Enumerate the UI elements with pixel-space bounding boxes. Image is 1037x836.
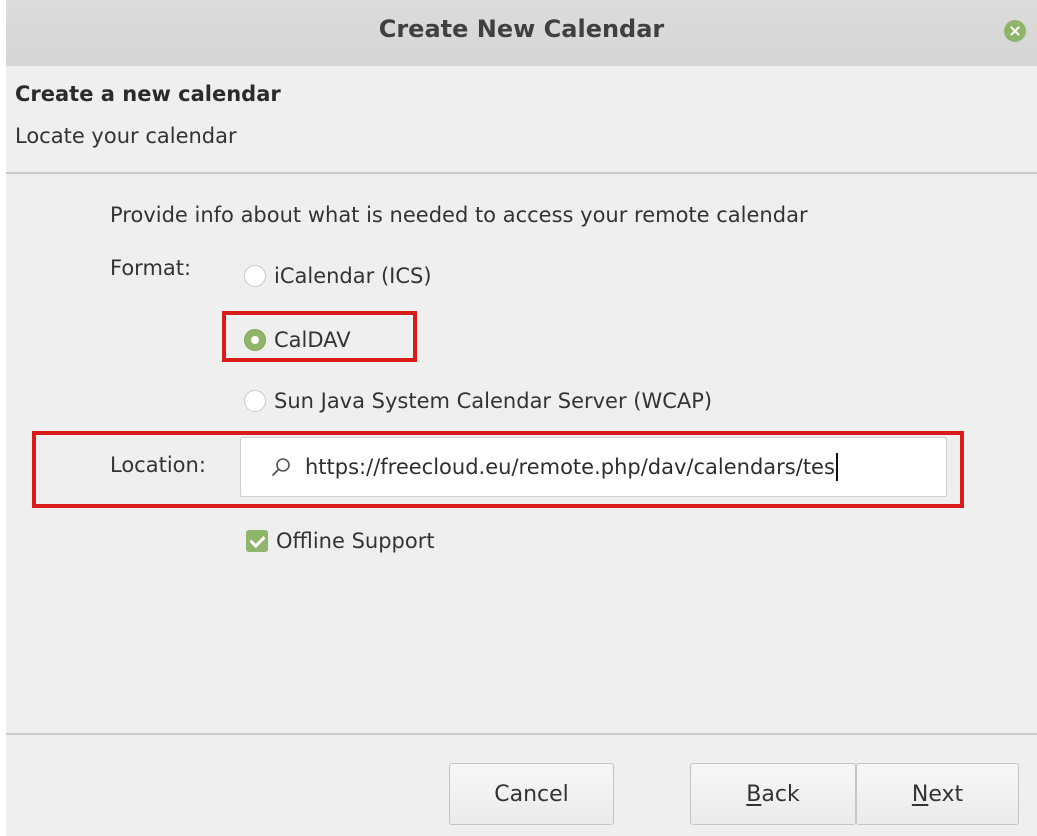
assistant-header: Create a new calendar Locate your calend… bbox=[6, 66, 1037, 172]
page-subtitle: Locate your calendar bbox=[15, 124, 237, 148]
cancel-button[interactable]: Cancel bbox=[449, 763, 614, 825]
back-button[interactable]: Back bbox=[690, 763, 856, 825]
radio-wcap-label: Sun Java System Calendar Server (WCAP) bbox=[274, 389, 713, 413]
offline-support-check-indicator[interactable] bbox=[246, 530, 268, 552]
offline-support-label: Offline Support bbox=[276, 529, 435, 553]
back-button-label: Back bbox=[746, 782, 799, 807]
cancel-button-label: Cancel bbox=[494, 781, 569, 807]
location-highlight-box bbox=[32, 431, 964, 508]
radio-wcap-indicator[interactable] bbox=[244, 390, 266, 412]
dialog-window: Create New Calendar Create a new calenda… bbox=[6, 0, 1037, 836]
radio-icalendar-indicator[interactable] bbox=[244, 265, 266, 287]
format-label: Format: bbox=[110, 256, 192, 280]
intro-text: Provide info about what is needed to acc… bbox=[110, 203, 808, 227]
next-button-label: Next bbox=[912, 782, 963, 807]
title-bar: Create New Calendar bbox=[6, 0, 1037, 66]
footer-divider bbox=[6, 733, 1037, 735]
back-mnemonic: B bbox=[746, 781, 762, 807]
page-title: Create a new calendar bbox=[15, 82, 281, 106]
next-mnemonic: N bbox=[911, 781, 929, 807]
close-icon[interactable] bbox=[1004, 20, 1026, 42]
back-label-rest: ack bbox=[761, 781, 800, 807]
radio-wcap[interactable]: Sun Java System Calendar Server (WCAP) bbox=[244, 385, 712, 417]
offline-support-checkbox[interactable]: Offline Support bbox=[246, 525, 435, 557]
header-divider bbox=[6, 172, 1037, 174]
caldav-highlight-box bbox=[222, 311, 417, 362]
window-title: Create New Calendar bbox=[378, 15, 665, 43]
radio-icalendar[interactable]: iCalendar (ICS) bbox=[244, 260, 432, 292]
next-button[interactable]: Next bbox=[856, 763, 1019, 825]
radio-icalendar-label: iCalendar (ICS) bbox=[274, 264, 432, 288]
next-label-rest: ext bbox=[928, 781, 964, 807]
